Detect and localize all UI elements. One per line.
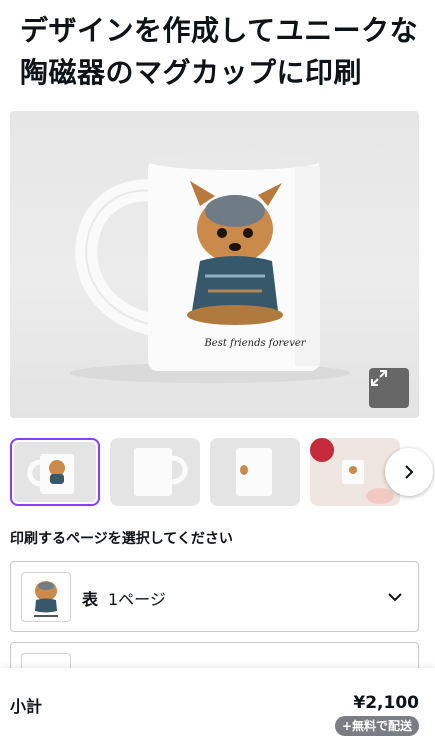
page-select-dropdown[interactable]: 表 1ページ bbox=[10, 561, 419, 632]
expand-image-button[interactable] bbox=[369, 368, 409, 408]
subtotal-label: 小計 bbox=[10, 697, 43, 716]
thumbnail-2[interactable] bbox=[110, 438, 200, 506]
subtotal-price: ¥2,100 bbox=[353, 693, 419, 713]
product-title: デザインを作成してユニークな陶磁器のマグカップに印刷 bbox=[20, 14, 419, 89]
page-preview-thumbnail bbox=[21, 572, 71, 622]
page-count-label: 1ページ bbox=[108, 590, 166, 609]
thumbnail-strip bbox=[10, 438, 435, 506]
chevron-down-icon bbox=[388, 593, 402, 602]
thumbnail-1[interactable] bbox=[10, 438, 100, 506]
free-shipping-badge: +無料で配送 bbox=[334, 716, 419, 736]
page-select-label: 印刷するページを選択してください bbox=[10, 531, 233, 547]
mug-illustration bbox=[70, 152, 350, 383]
chevron-right-icon bbox=[405, 465, 414, 479]
product-image: Best friends forever bbox=[10, 111, 419, 418]
page-side-label: 表 bbox=[82, 590, 99, 609]
gallery-next-button[interactable] bbox=[385, 448, 433, 496]
thumbnail-3[interactable] bbox=[210, 438, 300, 506]
mug-print-text: Best friends forever bbox=[204, 338, 306, 349]
expand-icon bbox=[371, 370, 387, 386]
checkout-footer: 小計 ¥2,100 +無料で配送 bbox=[0, 668, 435, 741]
